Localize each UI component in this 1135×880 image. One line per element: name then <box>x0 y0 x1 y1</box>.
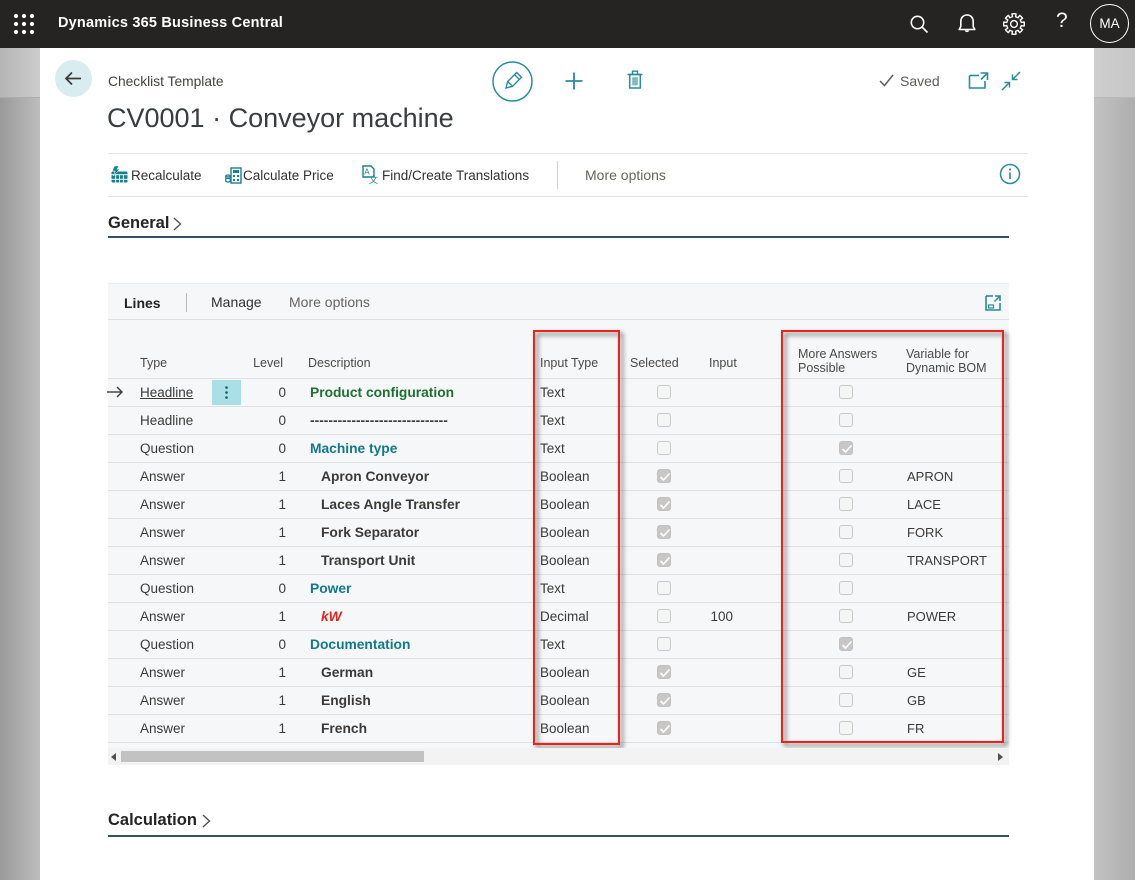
svg-text:文: 文 <box>369 174 378 184</box>
